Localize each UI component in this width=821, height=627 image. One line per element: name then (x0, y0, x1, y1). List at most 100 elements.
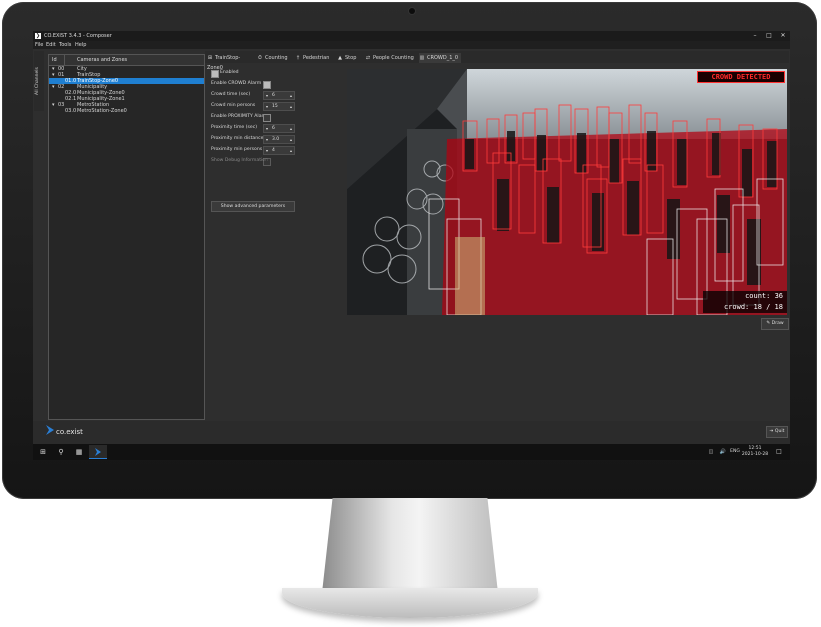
tab-stop[interactable]: ▲ Stop (337, 53, 361, 63)
column-divider (64, 55, 65, 65)
crowd-min-persons-stepper[interactable]: ▾ 15 ▴ (263, 102, 295, 111)
proximity-min-persons-stepper[interactable]: ▾ 4 ▴ (263, 146, 295, 155)
co-exist-app-icon: ❯ (35, 33, 41, 39)
proximity-min-persons-value: 4 (272, 148, 275, 153)
content-panel: ⊞ TrainStop-Zone0 ⏱ Counting † Pedestrian ▲ Sto… (205, 51, 789, 436)
crowd-min-persons-label: Crowd min persons (211, 103, 256, 108)
menu-file[interactable]: File (35, 41, 43, 49)
tab-pedestrian[interactable]: † Pedestrian (295, 53, 333, 63)
stepper-down-icon[interactable]: ▾ (266, 103, 268, 110)
search-icon[interactable]: ⚲ (55, 446, 67, 458)
windows-start-icon[interactable]: ⊞ (37, 446, 49, 458)
menu-bar: File Edit Tools Help (33, 41, 790, 49)
pedestrian-icon: † (296, 55, 300, 61)
minimize-icon[interactable]: – (748, 31, 762, 41)
tab-counting[interactable]: ⏱ Counting (257, 53, 291, 63)
crowd-detected-alert: CROWD DETECTED (697, 71, 785, 83)
stepper-down-icon[interactable]: ▾ (266, 92, 268, 99)
tab-bar: ⊞ TrainStop-Zone0 ⏱ Counting † Pedestrian ▲ Sto… (205, 51, 789, 71)
tree-row-id: 03.0 (65, 108, 77, 114)
stepper-down-icon[interactable]: ▾ (266, 147, 268, 154)
pencil-icon: ✎ (766, 321, 771, 326)
quit-button[interactable]: ⇥ Quit (766, 426, 788, 438)
title-bar: ❯ CO.EXIST 3.4.3 - Composer – □ ✕ (33, 31, 790, 41)
app-footer: co.exist (33, 421, 790, 445)
tab-label: People Counting (373, 55, 414, 61)
crowd-count-overlay: count: 36 crowd: 18 / 18 (703, 291, 787, 313)
exit-icon: ⇥ (769, 429, 774, 434)
webcam-icon (409, 8, 415, 14)
enabled-label: Enabled (220, 70, 239, 75)
stepper-up-icon[interactable]: ▴ (290, 147, 292, 154)
tab-label: Stop (345, 55, 357, 61)
taskbar-app-co-exist[interactable] (89, 445, 107, 459)
enable-crowd-alarm-checkbox[interactable] (263, 81, 271, 89)
menu-edit[interactable]: Edit (46, 41, 56, 49)
stepper-down-icon[interactable]: ▾ (266, 125, 268, 132)
menu-tools[interactable]: Tools (59, 41, 71, 49)
stepper-up-icon[interactable]: ▴ (290, 136, 292, 143)
proximity-time-value: 6 (272, 126, 275, 131)
grid-icon: ⊞ (207, 55, 213, 61)
stepper-up-icon[interactable]: ▴ (290, 103, 292, 110)
tab-trainstop-zone0[interactable]: ⊞ TrainStop-Zone0 (207, 53, 253, 71)
show-advanced-parameters-button[interactable]: Show advanced parameters (211, 201, 295, 212)
tray-volume-icon[interactable]: 🔊 (717, 446, 729, 458)
monitor-stand-base (282, 588, 538, 618)
tab-label: Pedestrian (303, 55, 330, 61)
column-id[interactable]: Id (52, 55, 57, 65)
column-cameras-zones[interactable]: Cameras and Zones (77, 55, 127, 65)
co-exist-logo-text: co.exist (56, 428, 83, 436)
draw-button[interactable]: ✎ Draw (761, 318, 789, 330)
tab-label: Counting (265, 55, 288, 61)
crowd-min-persons-value: 15 (272, 104, 278, 109)
stepper-down-icon[interactable]: ▾ (266, 136, 268, 143)
co-exist-logo-icon (46, 425, 54, 435)
tab-crowd-1-0[interactable]: ▥ CROWD_1_0 (419, 53, 461, 63)
tree-row[interactable]: 03.0 MetroStation-Zone0 (49, 108, 204, 114)
count-readout: count: 36 (745, 292, 783, 300)
show-debug-checkbox[interactable] (263, 158, 271, 166)
enable-proximity-alarm-label: Enable PROXIMITY Alarm (211, 114, 268, 119)
proximity-min-distance-stepper[interactable]: ▾ 3.0 ▴ (263, 135, 295, 144)
crowd-settings: Enabled Enable CROWD Alarm Crowd time (s… (209, 69, 301, 199)
proximity-min-distance-value: 3.0 (272, 137, 280, 142)
tray-network-icon[interactable]: ◫ (705, 446, 717, 458)
camera-video-feed[interactable]: CROWD DETECTED count: 36 crowd: 18 / 18 (347, 69, 787, 315)
notification-icon[interactable]: □ (773, 446, 785, 458)
enable-proximity-alarm-checkbox[interactable] (263, 114, 271, 122)
tray-language[interactable]: ENG (729, 446, 741, 458)
stepper-up-icon[interactable]: ▴ (290, 92, 292, 99)
crowd-time-stepper[interactable]: ▾ 6 ▴ (263, 91, 295, 100)
stopwatch-icon: ⏱ (258, 55, 262, 61)
co-exist-taskbar-icon (89, 448, 107, 459)
tree-header: Id Cameras and Zones (49, 55, 204, 66)
show-debug-label: Show Debug Information (211, 158, 269, 163)
camera-scene (347, 69, 787, 315)
window-title: CO.EXIST 3.4.3 - Composer (44, 33, 112, 39)
taskbar: ⊞ ⚲ ▦ ◫ 🔊 ENG 12:51 2021-10-28 □ (33, 444, 790, 460)
draw-label: Draw (771, 321, 784, 326)
quit-label: Quit (774, 429, 785, 434)
crowd-icon: ▥ (419, 55, 425, 61)
maximize-icon[interactable]: □ (762, 31, 776, 41)
crowd-time-value: 6 (272, 93, 275, 98)
proximity-min-persons-label: Proximity min persons (211, 147, 263, 152)
app-screen: ❯ CO.EXIST 3.4.3 - Composer – □ ✕ File E… (33, 31, 790, 460)
warning-icon: ▲ (338, 55, 342, 61)
menu-help[interactable]: Help (75, 41, 86, 49)
crowd-readout: crowd: 18 / 18 (723, 303, 783, 311)
tree-row-name: MetroStation-Zone0 (77, 108, 127, 114)
tab-label: CROWD_1_0 (427, 55, 459, 61)
task-view-icon[interactable]: ▦ (73, 446, 85, 458)
enabled-checkbox[interactable] (211, 70, 219, 78)
people-counting-icon: ⇄ (365, 55, 371, 61)
proximity-time-stepper[interactable]: ▾ 6 ▴ (263, 124, 295, 133)
tray-clock[interactable]: 12:51 2021-10-28 (741, 446, 769, 458)
enable-crowd-alarm-label: Enable CROWD Alarm (211, 81, 262, 86)
side-tab-label: All Channels (35, 67, 40, 95)
tab-people-counting[interactable]: ⇄ People Counting (365, 53, 415, 63)
stepper-up-icon[interactable]: ▴ (290, 125, 292, 132)
camera-zone-tree: Id Cameras and Zones ▾ 00 City ▾ 01 TrainStop… (48, 54, 205, 420)
close-icon[interactable]: ✕ (776, 31, 790, 41)
